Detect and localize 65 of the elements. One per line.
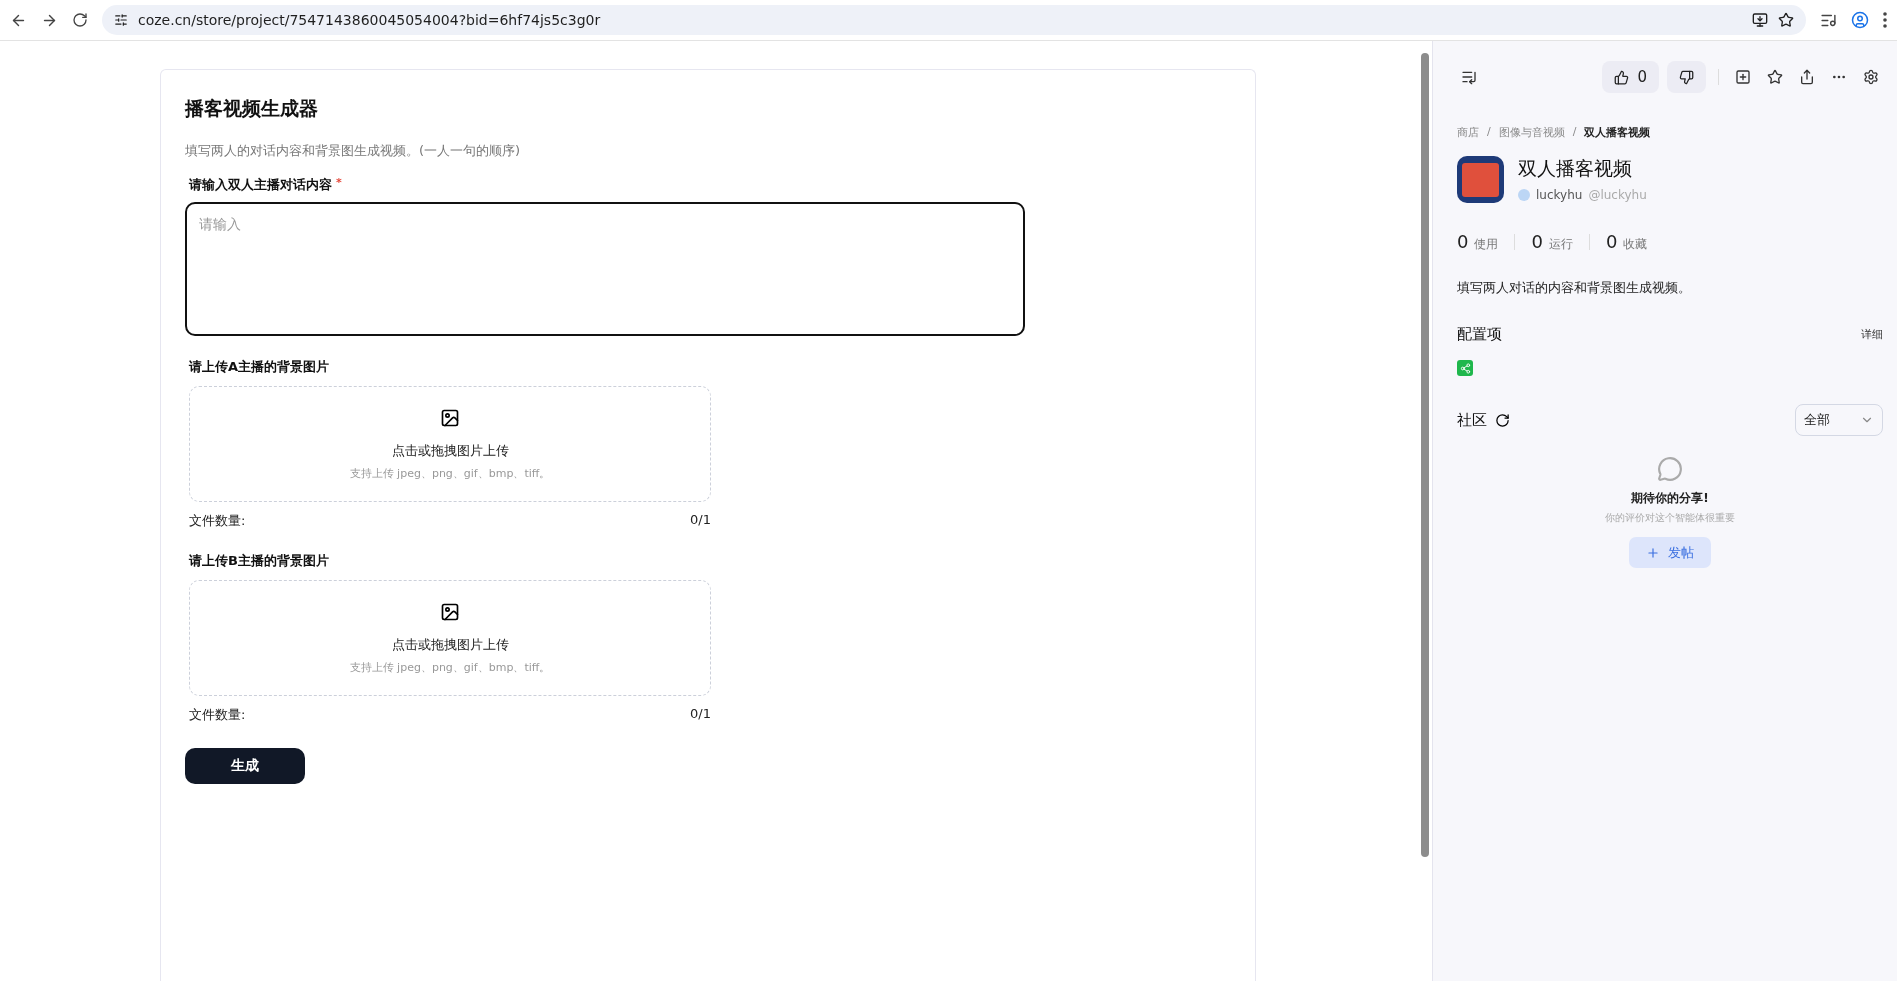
upload-prompt: 点击或拖拽图片上传 <box>391 635 509 654</box>
filter-dropdown[interactable]: 全部 <box>1795 404 1883 436</box>
form-description: 填写两人的对话内容和背景图生成视频。(一人一句的顺序) <box>185 142 522 160</box>
image-icon <box>440 601 460 622</box>
thumbs-down-icon <box>1679 69 1694 85</box>
collapse-icon <box>1461 69 1477 85</box>
menu-icon <box>1883 12 1887 28</box>
dialogue-input-field[interactable]: 请输入 <box>185 202 1025 336</box>
app-description: 填写两人对话的内容和背景图生成视频。 <box>1457 279 1692 297</box>
address-bar[interactable]: coze.cn/store/project/7547143860045054004?bid=6hf74js5c3g0r <box>102 5 1806 35</box>
refresh-icon[interactable] <box>1495 412 1510 428</box>
author-avatar <box>1518 189 1530 201</box>
app-name: 双人播客视频 <box>1518 156 1633 181</box>
upload-hint: 支持上传 jpeg、png、gif、bmp、tiff。 <box>349 659 551 675</box>
url-text: coze.cn/store/project/7547143860045054004?bid=6hf74js5c3g0r <box>138 12 602 28</box>
file-count: 0/1 <box>690 706 711 723</box>
breadcrumb-link[interactable]: 双人播客视频 <box>1584 125 1651 140</box>
upload-label: 请上传B主播的背景图片 <box>189 552 330 570</box>
comment-icon <box>1657 456 1683 482</box>
section-title: 社区 <box>1457 410 1487 430</box>
upload-area[interactable]: 点击或拖拽图片上传 支持上传 jpeg、png、gif、bmp、tiff。 <box>189 580 711 696</box>
like-button[interactable]: 0 <box>1602 61 1659 93</box>
empty-text: 你的评价对这个智能体很重要 <box>1605 511 1735 525</box>
field-label: 请输入双人主播对话内容 <box>189 176 332 194</box>
install-icon[interactable] <box>1752 12 1768 28</box>
star-icon <box>1767 69 1783 85</box>
breadcrumb-link[interactable]: 商店 <box>1457 125 1479 140</box>
file-count-label: 文件数量: <box>189 512 246 530</box>
upload-label: 请上传A主播的背景图片 <box>189 358 331 376</box>
author-name[interactable]: luckyhu <box>1536 188 1583 202</box>
upload-hint: 支持上传 jpeg、png、gif、bmp、tiff。 <box>349 465 551 481</box>
file-count-label: 文件数量: <box>189 706 246 724</box>
menu-button[interactable] <box>1883 12 1887 28</box>
section-title: 配置项 <box>1457 325 1502 344</box>
site-settings-icon[interactable] <box>114 13 128 27</box>
stat-label: 收藏 <box>1623 236 1648 253</box>
required-mark: * <box>336 176 342 191</box>
generate-button[interactable]: 生成 <box>185 748 305 784</box>
file-count: 0/1 <box>690 512 711 529</box>
plus-square-icon <box>1735 69 1751 85</box>
image-icon <box>440 407 460 428</box>
form-title: 播客视频生成器 <box>185 96 319 121</box>
author-handle: @luckyhu <box>1588 188 1647 202</box>
stat-value: 0 <box>1457 231 1469 252</box>
share-icon <box>1799 69 1815 85</box>
app-icon <box>1457 156 1504 203</box>
detail-link[interactable]: 详细 <box>1861 327 1883 342</box>
stat-value: 0 <box>1605 231 1618 252</box>
stat-label: 运行 <box>1548 236 1573 253</box>
plus-icon <box>1646 545 1660 560</box>
breadcrumb-separator: / <box>1572 125 1577 140</box>
stat-label: 使用 <box>1474 236 1499 253</box>
reload-button[interactable] <box>72 12 88 28</box>
profile-button[interactable] <box>1851 11 1869 29</box>
empty-title: 期待你的分享! <box>1631 490 1709 507</box>
dislike-button[interactable] <box>1667 61 1706 93</box>
upload-area[interactable]: 点击或拖拽图片上传 支持上传 jpeg、png、gif、bmp、tiff。 <box>189 386 711 502</box>
thumbs-up-icon <box>1614 69 1630 85</box>
bookmark-icon[interactable] <box>1778 12 1794 28</box>
breadcrumb-separator: / <box>1487 125 1491 140</box>
upload-prompt: 点击或拖拽图片上传 <box>391 441 509 460</box>
stat-value: 0 <box>1531 231 1543 252</box>
post-button[interactable]: 发帖 <box>1629 537 1711 568</box>
settings-icon <box>1863 69 1879 85</box>
breadcrumb-link[interactable]: 图像与音视频 <box>1498 125 1565 140</box>
